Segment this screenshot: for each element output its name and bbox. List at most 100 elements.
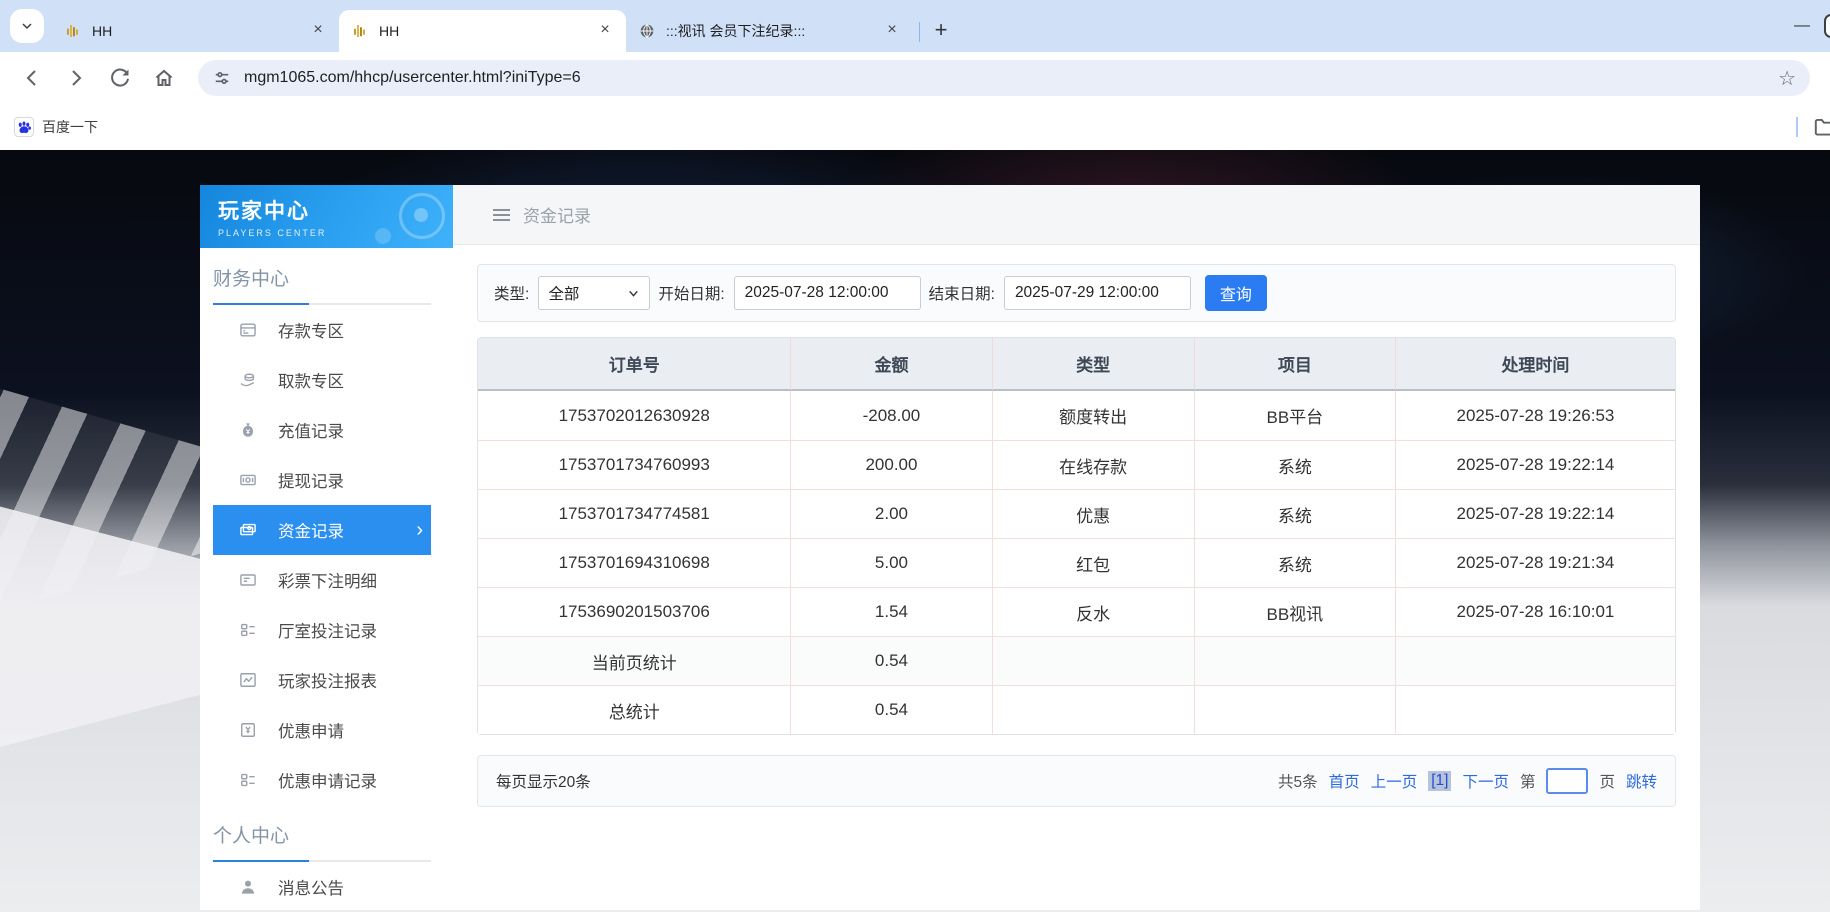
sidebar-item-deposit-zone[interactable]: 存款专区 — [213, 305, 431, 355]
home-icon[interactable] — [152, 66, 176, 90]
sidebar-item-recharge-records[interactable]: 充值记录 — [213, 405, 431, 455]
table-cell: 在线存款 — [992, 440, 1194, 489]
table-cell: 红包 — [992, 538, 1194, 587]
bookmarks-divider — [1796, 117, 1798, 137]
bubble-decoration — [375, 228, 391, 244]
current-page-badge: [1] — [1428, 771, 1451, 791]
prev-page-link[interactable]: 上一页 — [1371, 770, 1418, 792]
sidebar-item-label: 消息公告 — [278, 875, 344, 899]
moneybag-icon — [238, 420, 258, 440]
table-cell: 2025-07-28 16:10:01 — [1395, 587, 1675, 636]
tab-close-icon[interactable]: × — [596, 22, 614, 40]
globe-favicon — [638, 22, 656, 40]
sidebar-item-lottery-bet-details[interactable]: 彩票下注明细 — [213, 555, 431, 605]
back-icon[interactable] — [20, 66, 44, 90]
table-cell: 2025-07-28 19:22:14 — [1395, 440, 1675, 489]
table-cell: 总统计 — [478, 685, 790, 734]
bookmark-item-baidu[interactable]: 百度一下 — [14, 117, 98, 137]
table-cell — [1395, 685, 1675, 734]
tab-search-button[interactable] — [10, 9, 44, 43]
tab-close-icon[interactable]: × — [309, 22, 327, 40]
sidebar-item-hall-bet-records[interactable]: 厅室投注记录 — [213, 605, 431, 655]
browser-tab-2-active[interactable]: HH × — [339, 10, 626, 52]
sidebar-item-label: 彩票下注明细 — [278, 568, 377, 592]
sidebar-item-label: 充值记录 — [278, 418, 344, 442]
sidebar-item-promo-apply-records[interactable]: 优惠申请记录 — [213, 755, 431, 805]
url-text[interactable]: mgm1065.com/hhcp/usercenter.html?iniType… — [244, 69, 1768, 87]
bookmark-star-icon[interactable]: ☆ — [1778, 66, 1796, 91]
table-cell: 1753701734774581 — [478, 489, 790, 538]
table-cell — [992, 685, 1194, 734]
tab-close-icon[interactable]: × — [883, 22, 901, 40]
table-cell — [992, 636, 1194, 685]
coupon-icon — [238, 720, 258, 740]
maximize-button[interactable] — [1824, 14, 1830, 38]
reload-icon[interactable] — [108, 66, 132, 90]
summary-row: 总统计0.54 — [478, 685, 1675, 734]
folder-icon[interactable] — [1812, 114, 1830, 140]
table-cell: 0.54 — [790, 685, 991, 734]
sidebar-item-label: 厅室投注记录 — [278, 618, 377, 642]
table-cell: 5.00 — [790, 538, 991, 587]
main-header: 资金记录 — [453, 185, 1700, 245]
sidebar-item-withdraw-zone[interactable]: 取款专区 — [213, 355, 431, 405]
column-header: 项目 — [1194, 338, 1395, 391]
table-row: 17537016943106985.00红包系统2025-07-28 19:21… — [478, 538, 1675, 587]
table-cell: -208.00 — [790, 391, 991, 440]
next-page-link[interactable]: 下一页 — [1462, 770, 1509, 792]
sidebar-item-messages[interactable]: 消息公告 — [213, 862, 431, 912]
sidebar-item-player-bet-report[interactable]: 玩家投注报表 — [213, 655, 431, 705]
total-count-text: 共5条 — [1278, 770, 1318, 792]
hamburger-icon[interactable] — [493, 206, 510, 224]
query-button[interactable]: 查询 — [1205, 275, 1267, 311]
card-icon — [238, 320, 258, 340]
site-settings-icon[interactable] — [212, 68, 232, 88]
pagination-bar: 每页显示20条 共5条 首页 上一页 [1] 下一页 第 页 跳转 — [477, 755, 1676, 807]
type-select[interactable]: 全部 — [538, 276, 650, 310]
table-cell: 系统 — [1194, 440, 1395, 489]
sidebar-item-funds-records[interactable]: 资金记录› — [213, 505, 431, 555]
sidebar-item-label: 玩家投注报表 — [278, 668, 377, 692]
sidebar-item-withdrawal-records[interactable]: 提现记录 — [213, 455, 431, 505]
table-cell: 1753690201503706 — [478, 587, 790, 636]
browser-tab-strip: HH × HH × :::视讯 会员下注纪录::: × + — — [0, 0, 1830, 52]
column-header: 处理时间 — [1395, 338, 1675, 391]
new-tab-button[interactable]: + — [926, 16, 956, 46]
minimize-button[interactable]: — — [1780, 17, 1824, 35]
funds-records-table: 订单号金额类型项目处理时间 1753702012630928-208.00额度转… — [477, 337, 1676, 735]
gold-logo-favicon — [64, 22, 82, 40]
gold-logo-favicon — [351, 22, 369, 40]
end-date-label: 结束日期: — [929, 282, 995, 304]
table-cell: 1.54 — [790, 587, 991, 636]
table-cell: 2025-07-28 19:26:53 — [1395, 391, 1675, 440]
banknotes-icon — [238, 520, 258, 540]
browser-tab-3[interactable]: :::视讯 会员下注纪录::: × — [626, 10, 913, 52]
chart-icon — [238, 670, 258, 690]
chevron-down-icon — [627, 287, 640, 300]
sidebar-banner: 玩家中心 PLAYERS CENTER — [200, 185, 453, 248]
jump-link[interactable]: 跳转 — [1626, 770, 1657, 792]
banknote-icon — [238, 470, 258, 490]
sidebar-item-promo-apply[interactable]: 优惠申请 — [213, 705, 431, 755]
page-jump-input[interactable] — [1546, 768, 1588, 794]
address-bar[interactable]: mgm1065.com/hhcp/usercenter.html?iniType… — [198, 60, 1810, 96]
browser-tab-1[interactable]: HH × — [52, 10, 339, 52]
sidebar-section-title: 个人中心 — [213, 821, 431, 848]
type-label: 类型: — [494, 282, 529, 304]
window-controls: — — [1780, 0, 1830, 52]
start-date-input[interactable] — [734, 276, 921, 310]
sidebar-item-label: 资金记录 — [278, 518, 344, 542]
jump-prefix-label: 第 — [1520, 770, 1536, 792]
table-cell — [1194, 685, 1395, 734]
filter-bar: 类型: 全部 开始日期: 结束日期: 查询 — [477, 264, 1676, 322]
table-body: 1753702012630928-208.00额度转出BB平台2025-07-2… — [478, 391, 1675, 734]
first-page-link[interactable]: 首页 — [1329, 770, 1360, 792]
column-header: 订单号 — [478, 338, 790, 391]
forward-icon[interactable] — [64, 66, 88, 90]
table-cell: 200.00 — [790, 440, 991, 489]
grid-list-icon — [238, 620, 258, 640]
table-cell: BB视讯 — [1194, 587, 1395, 636]
table-cell: 1753701694310698 — [478, 538, 790, 587]
sidebar-item-label: 存款专区 — [278, 318, 344, 342]
end-date-input[interactable] — [1004, 276, 1191, 310]
